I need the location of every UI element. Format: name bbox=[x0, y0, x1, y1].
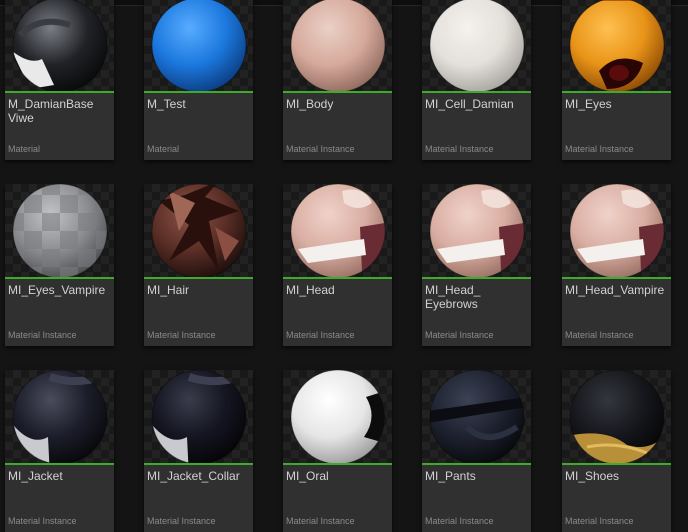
material-sphere-preview bbox=[151, 184, 247, 277]
asset-type-label: Material Instance bbox=[565, 144, 634, 154]
asset-type-color-bar bbox=[422, 277, 531, 279]
material-sphere-preview bbox=[151, 0, 247, 91]
asset-thumbnail bbox=[562, 184, 671, 277]
asset-type-label: Material Instance bbox=[8, 330, 77, 340]
asset-type-label: Material Instance bbox=[425, 516, 494, 526]
asset-name: M_DamianBase Viwe bbox=[8, 97, 94, 125]
material-sphere-preview bbox=[569, 0, 665, 91]
material-sphere-preview bbox=[12, 370, 108, 463]
asset-thumbnail bbox=[144, 370, 253, 463]
asset-tile[interactable]: M_DamianBase Viwe Material bbox=[5, 0, 114, 160]
asset-thumbnail bbox=[283, 370, 392, 463]
asset-type-color-bar bbox=[422, 463, 531, 465]
asset-thumbnail bbox=[422, 370, 531, 463]
material-sphere-preview bbox=[429, 370, 525, 463]
asset-thumbnail bbox=[422, 184, 531, 277]
asset-type-label: Material Instance bbox=[286, 516, 355, 526]
asset-thumbnail bbox=[5, 184, 114, 277]
asset-thumbnail bbox=[5, 370, 114, 463]
asset-type-color-bar bbox=[5, 463, 114, 465]
asset-type-color-bar bbox=[5, 91, 114, 93]
asset-name: M_Test bbox=[147, 97, 186, 111]
asset-name: MI_Jacket bbox=[8, 469, 63, 483]
asset-name: MI_Eyes bbox=[565, 97, 612, 111]
asset-type-label: Material Instance bbox=[286, 330, 355, 340]
material-sphere-preview bbox=[429, 184, 525, 277]
asset-type-color-bar bbox=[283, 91, 392, 93]
material-sphere-preview bbox=[290, 184, 386, 277]
asset-type-color-bar bbox=[283, 277, 392, 279]
asset-type-label: Material Instance bbox=[425, 144, 494, 154]
asset-tile[interactable]: MI_Pants Material Instance bbox=[422, 370, 531, 532]
asset-thumbnail bbox=[562, 370, 671, 463]
material-sphere-preview bbox=[12, 184, 108, 277]
asset-tile[interactable]: MI_Head_ Eyebrows Material Instance bbox=[422, 184, 531, 346]
material-sphere-preview bbox=[151, 370, 247, 463]
asset-name: MI_Cell_Damian bbox=[425, 97, 514, 111]
asset-name: MI_Head bbox=[286, 283, 335, 297]
asset-name: MI_Oral bbox=[286, 469, 329, 483]
asset-name: MI_Shoes bbox=[565, 469, 620, 483]
asset-thumbnail bbox=[283, 184, 392, 277]
asset-name: MI_Pants bbox=[425, 469, 476, 483]
material-sphere-preview bbox=[290, 370, 386, 463]
asset-type-label: Material bbox=[8, 144, 41, 154]
asset-type-label: Material Instance bbox=[565, 330, 634, 340]
asset-tile[interactable]: MI_Shoes Material Instance bbox=[562, 370, 671, 532]
asset-type-label: Material bbox=[147, 144, 180, 154]
asset-tile[interactable]: M_Test Material bbox=[144, 0, 253, 160]
asset-tile[interactable]: MI_Head Material Instance bbox=[283, 184, 392, 346]
asset-tile[interactable]: MI_Body Material Instance bbox=[283, 0, 392, 160]
asset-tile[interactable]: MI_Eyes Material Instance bbox=[562, 0, 671, 160]
asset-type-color-bar bbox=[144, 277, 253, 279]
asset-thumbnail bbox=[422, 0, 531, 91]
asset-type-label: Material Instance bbox=[8, 516, 77, 526]
asset-type-color-bar bbox=[422, 91, 531, 93]
material-sphere-preview bbox=[569, 184, 665, 277]
asset-thumbnail bbox=[144, 184, 253, 277]
asset-type-color-bar bbox=[144, 463, 253, 465]
asset-tile[interactable]: MI_Eyes_Vampire Material Instance bbox=[5, 184, 114, 346]
asset-type-label: Material Instance bbox=[425, 330, 494, 340]
asset-type-label: Material Instance bbox=[147, 516, 216, 526]
asset-name: MI_Head_Vampire bbox=[565, 283, 665, 297]
asset-type-color-bar bbox=[562, 91, 671, 93]
asset-tile[interactable]: MI_Cell_Damian Material Instance bbox=[422, 0, 531, 160]
asset-type-color-bar bbox=[5, 277, 114, 279]
asset-thumbnail bbox=[283, 0, 392, 91]
asset-tile[interactable]: MI_Oral Material Instance bbox=[283, 370, 392, 532]
material-sphere-preview bbox=[290, 0, 386, 91]
material-sphere-preview bbox=[12, 0, 108, 91]
asset-thumbnail bbox=[5, 0, 114, 91]
asset-tile[interactable]: MI_Head_Vampire Material Instance bbox=[562, 184, 671, 346]
asset-type-label: Material Instance bbox=[286, 144, 355, 154]
asset-type-color-bar bbox=[562, 277, 671, 279]
asset-tile[interactable]: MI_Hair Material Instance bbox=[144, 184, 253, 346]
asset-type-color-bar bbox=[283, 463, 392, 465]
asset-type-color-bar bbox=[562, 463, 671, 465]
asset-type-label: Material Instance bbox=[565, 516, 634, 526]
asset-thumbnail bbox=[562, 0, 671, 91]
asset-name: MI_Head_ Eyebrows bbox=[425, 283, 481, 311]
material-sphere-preview bbox=[569, 370, 665, 463]
asset-type-color-bar bbox=[144, 91, 253, 93]
asset-tile[interactable]: MI_Jacket_Collar Material Instance bbox=[144, 370, 253, 532]
asset-name: MI_Eyes_Vampire bbox=[8, 283, 106, 297]
asset-name: MI_Body bbox=[286, 97, 334, 111]
asset-name: MI_Hair bbox=[147, 283, 190, 297]
asset-tile[interactable]: MI_Jacket Material Instance bbox=[5, 370, 114, 532]
asset-name: MI_Jacket_Collar bbox=[147, 469, 240, 483]
material-sphere-preview bbox=[429, 0, 525, 91]
asset-thumbnail bbox=[144, 0, 253, 91]
asset-grid: M_DamianBase Viwe Material M_Test Material bbox=[0, 0, 688, 532]
asset-type-label: Material Instance bbox=[147, 330, 216, 340]
